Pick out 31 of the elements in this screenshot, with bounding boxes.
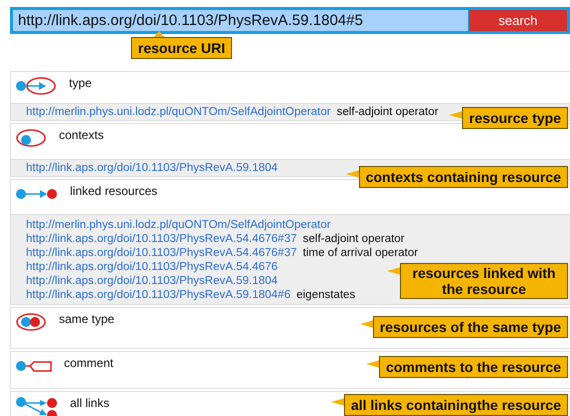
uri-link[interactable]: http://link.aps.org/doi/10.1103/PhysRevA.54.4676#37 bbox=[26, 246, 297, 260]
resource-label: eigenstates bbox=[296, 288, 356, 302]
callout: comments to the resource bbox=[366, 356, 568, 378]
uri-link[interactable]: http://link.aps.org/doi/10.1103/PhysRevA.59.1804 bbox=[26, 274, 278, 288]
dot-in-ellipse-icon bbox=[15, 128, 47, 148]
uri-link[interactable]: http://link.aps.org/doi/10.1103/PhysRevA.54.4676 bbox=[26, 260, 278, 274]
section-label: contexts bbox=[59, 128, 104, 142]
uri-link[interactable]: http://merlin.phys.uni.lodz.pl/quONTOm/SelfAdjointOperator bbox=[26, 105, 331, 119]
uri-link[interactable]: http://merlin.phys.uni.lodz.pl/quONTOm/SelfAdjointOperator bbox=[26, 218, 331, 232]
section-label: all links bbox=[70, 396, 110, 410]
callout: contexts containing resource bbox=[346, 166, 568, 188]
callout: all links containingthe resource bbox=[330, 394, 568, 416]
search-button[interactable]: search bbox=[469, 10, 567, 31]
callout: resource type bbox=[449, 107, 568, 129]
resource-label: self-adjoint operator bbox=[336, 105, 438, 119]
resource-label: time of arrival operator bbox=[302, 246, 418, 260]
callout: resources of the same type bbox=[360, 316, 568, 338]
arrow-in-ellipse-icon bbox=[15, 76, 57, 96]
section-label: comment bbox=[64, 356, 114, 370]
callout: resource URI bbox=[131, 31, 232, 59]
section-label: linked resources bbox=[70, 184, 158, 198]
branching-dots-icon bbox=[15, 396, 58, 416]
two-dots-icon bbox=[15, 312, 47, 332]
search-field[interactable]: http://link.aps.org/doi/10.1103/PhysRevA.59.1804#5 bbox=[13, 10, 468, 31]
section-label: type bbox=[69, 76, 92, 90]
uri-link[interactable]: http://link.aps.org/doi/10.1103/PhysRevA.59.1804 bbox=[26, 161, 278, 175]
uri-link[interactable]: http://link.aps.org/doi/10.1103/PhysRevA.59.1804#6 bbox=[26, 288, 290, 302]
callout: resources linked with the resource bbox=[387, 263, 568, 299]
resource-label: self-adjoint operator bbox=[302, 232, 405, 246]
uri-link[interactable]: http://link.aps.org/doi/10.1103/PhysRevA.54.4676#37 bbox=[26, 232, 297, 246]
section-label: same type bbox=[59, 312, 114, 326]
